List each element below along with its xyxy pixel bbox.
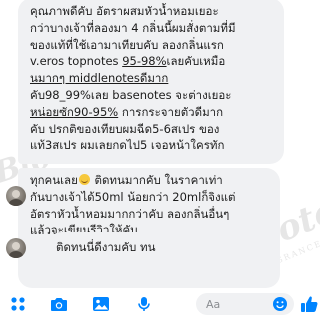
avatar-photo-icon <box>9 242 23 258</box>
message-line: กันบางเจ้าได้50ml น้อยกว่า 20mlก็จิงแต่ <box>30 189 236 204</box>
grinning-emoji-icon <box>78 174 90 185</box>
message-text: ติดทนมากคับ ในราคาเท่า <box>90 173 223 187</box>
photo-icon[interactable] <box>92 296 110 312</box>
message-line: คับ ปรกติของเทียบผมฉีด5-6สเปร ของ <box>30 121 220 136</box>
message-text: การกระจายตัวดีมาก <box>118 104 224 119</box>
message-text: v.eros topnotes <box>30 54 123 69</box>
message-input-container[interactable] <box>196 293 294 315</box>
message-line: กว่าบางเจ้าที่ลองมา 4 กลิ่นนี้ผมสั่งตามท… <box>30 20 236 35</box>
message-line: หน่อยซัก90-95% การกระจายตัวดีมาก <box>30 104 274 121</box>
reply-text: ติดทนนี่ดีงามคับ ทนจิง <box>56 240 156 254</box>
smiley-icon[interactable] <box>272 296 288 312</box>
message-bubble-review-continued[interactable]: ทุกคนเลย ติดทนมากคับ ในราคาเท่า กันบางเจ… <box>18 168 280 288</box>
message-input[interactable] <box>206 296 266 312</box>
sender-avatar[interactable] <box>6 238 26 258</box>
message-line: v.eros topnotes 95-98%เลยคับเหมือ <box>30 53 274 70</box>
message-line: นมากๆ middlenotesดีมาก <box>30 71 169 86</box>
camera-icon[interactable] <box>50 296 68 312</box>
message-line: คุณภาพดีคับ อัตราผสมหัวน้ำหอมเยอะ <box>30 4 219 18</box>
underlined-percentage: 90-95% <box>73 104 119 119</box>
chat-screen: Blo Bloto FRAGRANCE คุณภาพดีคับ อัตราผสม… <box>0 0 320 320</box>
message-line: แท้3สเปร ผมเลยกดไป5 เจอหน้าใครทัก <box>30 138 225 153</box>
message-text: ทุกคนเลย <box>30 173 78 187</box>
message-line: ของแท้ที่ใช้เอามาเทียบคับ ลองกลิ่นแรก <box>30 37 224 52</box>
sender-avatar[interactable] <box>6 186 26 206</box>
message-text: เลยคับเหมือ <box>166 54 226 69</box>
message-bubble-review[interactable]: คุณภาพดีคับ อัตราผสมหัวน้ำหอมเยอะ กว่าบา… <box>18 0 284 164</box>
message-line: คับ98_99%เลย basenotes จะต่างเยอะ <box>30 87 232 102</box>
thumbs-up-icon[interactable] <box>300 295 318 313</box>
message-bubble-reply[interactable]: ติดทนนี่ดีงามคับ ทนจิง <box>46 232 166 264</box>
message-composer <box>0 288 320 320</box>
message-line: อัตราหัวน้ำหอมมากกว่าคับ ลองกลิ่นอื่นๆ <box>30 206 230 221</box>
message-text: หน่อยซัก <box>30 104 74 119</box>
microphone-icon[interactable] <box>136 296 154 312</box>
four-dots-icon[interactable] <box>10 296 28 312</box>
message-line: ทุกคนเลย ติดทนมากคับ ในราคาเท่า <box>30 172 270 189</box>
avatar-photo-icon <box>9 190 23 206</box>
underlined-percentage: 95-98% <box>122 54 167 69</box>
